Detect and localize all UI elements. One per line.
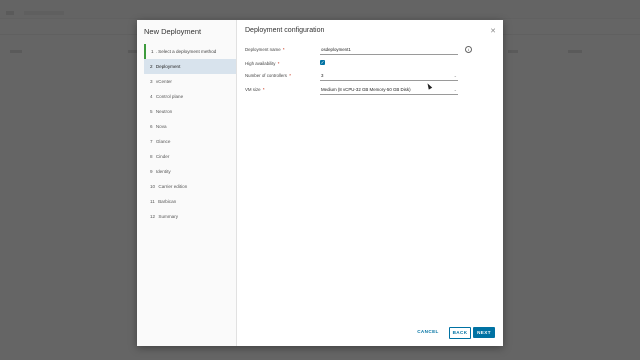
wizard-sidebar: New Deployment 1. Select a deployment me… (137, 20, 237, 346)
step-number: 6 (150, 124, 153, 129)
step-select-deployment-method[interactable]: 1. Select a deployment method (144, 44, 236, 59)
step-carrier-edition[interactable]: 10 Carrier edition (144, 179, 236, 194)
deployment-name-row: Deployment name * osdeployment1 i (245, 46, 497, 56)
wizard-content: Deployment configuration ✕ Deployment na… (245, 20, 503, 346)
step-label: Carrier edition (158, 184, 188, 189)
step-label: Nova (155, 124, 167, 129)
step-number: 10 (150, 184, 156, 189)
step-number: 5 (150, 109, 153, 114)
high-availability-checkbox[interactable]: ✓ (320, 60, 325, 65)
vm-size-select[interactable]: Medium (8 vCPU-32 GB Memory-50 GB Disk) … (320, 86, 458, 95)
close-icon[interactable]: ✕ (489, 28, 497, 36)
step-number: 9 (150, 169, 153, 174)
chevron-down-icon: ⌄ (453, 87, 457, 92)
required-marker: * (282, 47, 285, 52)
step-label: Barbican (158, 199, 177, 204)
number-of-controllers-label: Number of controllers * (245, 73, 291, 78)
deployment-name-input[interactable]: osdeployment1 (320, 46, 458, 55)
section-title: Deployment configuration (245, 27, 325, 34)
step-nova[interactable]: 6 Nova (144, 119, 236, 134)
step-number: 2 (150, 64, 153, 69)
wizard-title: New Deployment (144, 27, 202, 36)
wizard-steps: 1. Select a deployment method 2 Deployme… (144, 44, 236, 224)
high-availability-row: High availability * ✓ (245, 60, 497, 70)
step-glance[interactable]: 7 Glance (144, 134, 236, 149)
label-text: VM size (245, 87, 261, 92)
high-availability-label: High availability * (245, 61, 279, 66)
step-number: 1 (151, 49, 154, 54)
step-neutron[interactable]: 5 Neutron (144, 104, 236, 119)
select-value: Medium (8 vCPU-32 GB Memory-50 GB Disk) (321, 87, 411, 92)
step-label: Deployment (155, 64, 181, 69)
step-cinder[interactable]: 8 Cinder (144, 149, 236, 164)
step-summary[interactable]: 12 Summary (144, 209, 236, 224)
step-number: 7 (150, 139, 153, 144)
step-label: Identity (155, 169, 171, 174)
step-deployment[interactable]: 2 Deployment (144, 59, 236, 74)
label-text: Number of controllers (245, 73, 287, 78)
step-number: 3 (150, 79, 153, 84)
vm-size-row: VM size * Medium (8 vCPU-32 GB Memory-50… (245, 86, 497, 96)
required-marker: * (277, 61, 280, 66)
wizard-footer: CANCEL BACK NEXT (395, 327, 495, 339)
step-control-plane[interactable]: 4 Control plane (144, 89, 236, 104)
step-identity[interactable]: 9 Identity (144, 164, 236, 179)
cancel-button[interactable]: CANCEL (415, 327, 441, 337)
number-of-controllers-row: Number of controllers * 3 ⌄ (245, 72, 497, 82)
label-text: High availability (245, 61, 276, 66)
step-label: Cinder (155, 154, 170, 159)
step-label: Control plane (155, 94, 184, 99)
new-deployment-wizard: New Deployment 1. Select a deployment me… (137, 20, 503, 346)
step-label: vCenter (155, 79, 172, 84)
back-button[interactable]: BACK (449, 327, 471, 339)
select-value: 3 (321, 73, 324, 78)
step-number: 12 (150, 214, 156, 219)
check-icon: ✓ (320, 60, 325, 65)
deployment-name-label: Deployment name * (245, 47, 285, 52)
required-marker: * (262, 87, 265, 92)
step-number: 8 (150, 154, 153, 159)
step-label: Summary (158, 214, 179, 219)
step-label: Neutron (155, 109, 173, 114)
step-label: Glance (155, 139, 171, 144)
step-label: Select a deployment method (158, 49, 217, 54)
chevron-down-icon: ⌄ (453, 73, 457, 78)
step-number: 4 (150, 94, 153, 99)
next-button[interactable]: NEXT (473, 327, 495, 338)
step-vcenter[interactable]: 3 vCenter (144, 74, 236, 89)
info-icon[interactable]: i (465, 46, 472, 53)
step-number: 11 (150, 199, 155, 204)
required-marker: * (289, 73, 291, 78)
vm-size-label: VM size * (245, 87, 265, 92)
step-barbican[interactable]: 11 Barbican (144, 194, 236, 209)
label-text: Deployment name (245, 47, 281, 52)
number-of-controllers-select[interactable]: 3 ⌄ (320, 72, 458, 81)
